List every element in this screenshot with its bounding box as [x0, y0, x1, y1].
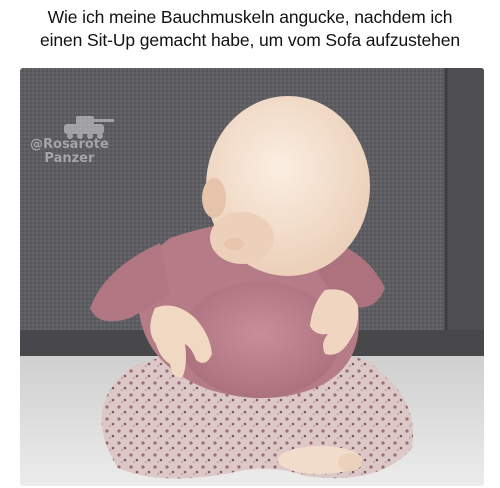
- watermark-handle: @Rosarote: [30, 137, 109, 152]
- baby-ear: [202, 178, 226, 218]
- meme-caption: Wie ich meine Bauchmuskeln angucke, nach…: [0, 6, 500, 52]
- watermark-name: Panzer: [44, 151, 95, 166]
- meme-image: Wie ich meine Bauchmuskeln angucke, nach…: [0, 0, 500, 488]
- watermark: @Rosarote Panzer: [30, 138, 109, 166]
- sofa-armrest: [446, 68, 484, 358]
- caption-line-2: einen Sit-Up gemacht habe, um vom Sofa a…: [39, 30, 461, 50]
- baby-photo: [20, 68, 484, 486]
- caption-line-1: Wie ich meine Bauchmuskeln angucke, nach…: [47, 7, 453, 27]
